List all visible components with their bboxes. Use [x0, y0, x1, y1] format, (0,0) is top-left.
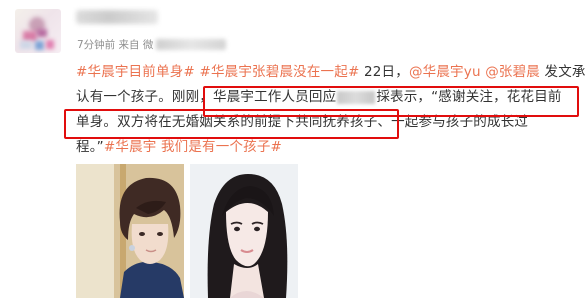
post-time-source: 7分钟前 来自 微: [77, 39, 154, 51]
post-source-blurred: [156, 39, 227, 50]
text-tail: 发文承: [540, 64, 585, 80]
post-line-1: #华晨宇目前单身# #华晨宇张碧晨没在一起# 22日，@华晨宇yu @张碧晨 发…: [76, 60, 585, 85]
post-text: #华晨宇目前单身# #华晨宇张碧晨没在一起# 22日，@华晨宇yu @张碧晨 发…: [76, 60, 585, 160]
post-image-1[interactable]: [76, 164, 184, 298]
text-line2b: 採表示，“感谢关注，花花目前: [376, 89, 562, 105]
hashtag-have-a-child[interactable]: #华晨宇 我们是有一个孩子#: [104, 139, 282, 155]
redacted-text: [337, 90, 376, 104]
post-line-4: 程。”#华晨宇 我们是有一个孩子#: [76, 135, 581, 160]
hashtag-hcy-single[interactable]: #华晨宇目前单身#: [76, 64, 195, 80]
post-line-2: 认有一个孩子。刚刚，华晨宇工作人员回应 採表示，“感谢关注，花花目前: [76, 85, 581, 110]
woman-portrait: [190, 164, 298, 298]
hashtag-not-together[interactable]: #华晨宇张碧晨没在一起#: [199, 64, 359, 80]
text-line2a: 认有一个孩子。刚刚，华晨宇工作人员回应: [76, 89, 337, 105]
post-image-2[interactable]: [190, 164, 298, 298]
avatar[interactable]: [15, 9, 61, 53]
text-date: 22日，: [359, 64, 409, 80]
mention-hcy[interactable]: @华晨宇yu: [409, 64, 481, 80]
username-blurred[interactable]: [76, 10, 158, 24]
post-meta: 7分钟前 来自 微: [77, 37, 227, 52]
text-line4a: 程。”: [76, 139, 104, 155]
man-portrait: [76, 164, 184, 298]
mention-zbc[interactable]: @张碧晨: [485, 64, 540, 80]
post-line-3: 单身。双方将在无婚姻关系的前提下共同抚养孩子、一起参与孩子的成长过: [76, 114, 529, 130]
